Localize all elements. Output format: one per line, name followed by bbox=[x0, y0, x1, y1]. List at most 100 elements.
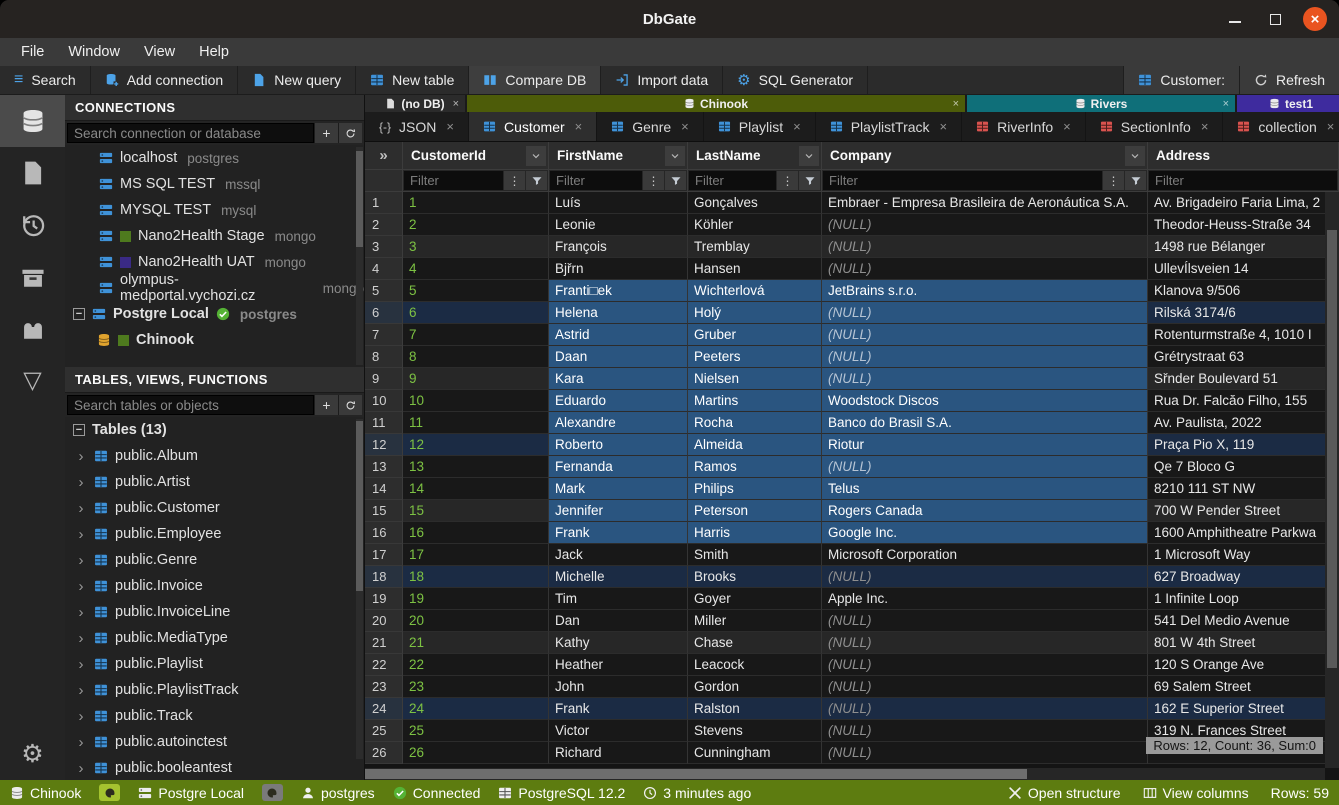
cell-firstname[interactable]: Dan bbox=[549, 610, 688, 632]
cell-company[interactable]: (NULL) bbox=[822, 456, 1148, 478]
funnel-icon[interactable] bbox=[665, 171, 686, 190]
table-tree-item[interactable]: ›public.Track bbox=[65, 703, 364, 729]
cell-customerid[interactable]: 23 bbox=[403, 676, 549, 698]
row-number[interactable]: 21 bbox=[365, 632, 403, 654]
import-data-button[interactable]: Import data bbox=[601, 66, 723, 94]
table-tree-item[interactable]: ›public.Artist bbox=[65, 469, 364, 495]
search-button[interactable]: ≡Search bbox=[0, 66, 91, 94]
compare-db-button[interactable]: Compare DB bbox=[469, 66, 601, 94]
column-header-lastname[interactable]: LastName bbox=[688, 142, 822, 170]
menu-file[interactable]: File bbox=[10, 42, 55, 62]
funnel-icon[interactable] bbox=[1125, 171, 1146, 190]
connection-item[interactable]: −Postgre Localpostgres bbox=[65, 301, 364, 327]
cell-company[interactable]: Apple Inc. bbox=[822, 588, 1148, 610]
cell-firstname[interactable]: Eduardo bbox=[549, 390, 688, 412]
cell-customerid[interactable]: 13 bbox=[403, 456, 549, 478]
row-number[interactable]: 14 bbox=[365, 478, 403, 500]
cell-firstname[interactable]: Astrid bbox=[549, 324, 688, 346]
row-number[interactable]: 22 bbox=[365, 654, 403, 676]
column-dropdown-button[interactable] bbox=[799, 146, 819, 166]
vertical-scrollbar[interactable] bbox=[1325, 192, 1339, 768]
minimize-button[interactable] bbox=[1223, 7, 1247, 31]
cell-firstname[interactable]: Mark bbox=[549, 478, 688, 500]
tables-group-row[interactable]: −Tables (13) bbox=[65, 417, 364, 443]
cell-company[interactable]: (NULL) bbox=[822, 214, 1148, 236]
cell-customerid[interactable]: 16 bbox=[403, 522, 549, 544]
cell-address[interactable]: 1498 rue Bélanger bbox=[1148, 236, 1339, 258]
filter-input[interactable] bbox=[1149, 171, 1337, 190]
connection-item[interactable]: localhostpostgres bbox=[65, 145, 364, 171]
cell-company[interactable]: (NULL) bbox=[822, 302, 1148, 324]
cell-company[interactable]: Embraer - Empresa Brasileira de Aeronáut… bbox=[822, 192, 1148, 214]
row-number[interactable]: 4 bbox=[365, 258, 403, 280]
table-tree-item[interactable]: ›public.autoinctest bbox=[65, 729, 364, 755]
close-icon[interactable]: × bbox=[953, 98, 959, 110]
horizontal-scrollbar[interactable] bbox=[365, 768, 1325, 780]
cell-address[interactable]: 801 W 4th Street bbox=[1148, 632, 1339, 654]
connection-item[interactable]: Nano2Health Stagemongo bbox=[65, 223, 364, 249]
cell-customerid[interactable]: 17 bbox=[403, 544, 549, 566]
column-dropdown-button[interactable] bbox=[526, 146, 546, 166]
cell-company[interactable]: Telus bbox=[822, 478, 1148, 500]
add-table-small-button[interactable]: + bbox=[314, 395, 338, 415]
cell-firstname[interactable]: François bbox=[549, 236, 688, 258]
cell-address[interactable]: Rotenturmstraße 4, 1010 I bbox=[1148, 324, 1339, 346]
cell-customerid[interactable]: 10 bbox=[403, 390, 549, 412]
cell-lastname[interactable]: Ralston bbox=[688, 698, 822, 720]
tab-group-noDB[interactable]: (no DB)× bbox=[365, 95, 465, 112]
cell-company[interactable]: (NULL) bbox=[822, 676, 1148, 698]
cell-firstname[interactable]: Frank bbox=[549, 698, 688, 720]
cell-lastname[interactable]: Brooks bbox=[688, 566, 822, 588]
cell-firstname[interactable]: Tim bbox=[549, 588, 688, 610]
tab-group-Chinook[interactable]: Chinook× bbox=[467, 95, 965, 112]
column-header-company[interactable]: Company bbox=[822, 142, 1148, 170]
table-tree-item[interactable]: ›public.PlaylistTrack bbox=[65, 677, 364, 703]
row-number[interactable]: 13 bbox=[365, 456, 403, 478]
table-tree-item[interactable]: ›public.Invoice bbox=[65, 573, 364, 599]
archive-rail-icon[interactable] bbox=[0, 251, 65, 303]
expand-chevron-icon[interactable]: › bbox=[75, 500, 87, 517]
cell-firstname[interactable]: Franti□ek bbox=[549, 280, 688, 302]
table-tree-item[interactable]: ›public.Genre bbox=[65, 547, 364, 573]
cell-lastname[interactable]: Miller bbox=[688, 610, 822, 632]
connection-item[interactable]: Chinook bbox=[65, 327, 364, 353]
connection-color-swatch[interactable] bbox=[262, 784, 283, 801]
cell-lastname[interactable]: Hansen bbox=[688, 258, 822, 280]
maximize-button[interactable] bbox=[1263, 7, 1287, 31]
row-number[interactable]: 10 bbox=[365, 390, 403, 412]
funnel-icon[interactable] bbox=[526, 171, 547, 190]
open-structure-button[interactable]: Open structure bbox=[1008, 785, 1121, 801]
column-header-customerid[interactable]: CustomerId bbox=[403, 142, 549, 170]
view-columns-button[interactable]: View columns bbox=[1143, 785, 1249, 801]
column-header-firstname[interactable]: FirstName bbox=[549, 142, 688, 170]
close-icon[interactable]: × bbox=[681, 119, 689, 134]
close-icon[interactable]: × bbox=[1223, 98, 1229, 110]
cell-lastname[interactable]: Smith bbox=[688, 544, 822, 566]
collapse-icon[interactable]: − bbox=[73, 424, 85, 436]
cell-customerid[interactable]: 26 bbox=[403, 742, 549, 764]
cell-lastname[interactable]: Gruber bbox=[688, 324, 822, 346]
row-number[interactable]: 16 bbox=[365, 522, 403, 544]
new-query-button[interactable]: New query bbox=[238, 66, 356, 94]
cell-address[interactable]: 700 W Pender Street bbox=[1148, 500, 1339, 522]
cell-firstname[interactable]: Bjřrn bbox=[549, 258, 688, 280]
row-number[interactable]: 5 bbox=[365, 280, 403, 302]
cell-lastname[interactable]: Almeida bbox=[688, 434, 822, 456]
close-icon[interactable]: × bbox=[1327, 119, 1335, 134]
cell-lastname[interactable]: Goyer bbox=[688, 588, 822, 610]
cell-lastname[interactable]: Ramos bbox=[688, 456, 822, 478]
cell-company[interactable]: (NULL) bbox=[822, 346, 1148, 368]
row-number[interactable]: 18 bbox=[365, 566, 403, 588]
cell-company[interactable]: Riotur bbox=[822, 434, 1148, 456]
row-number[interactable]: 25 bbox=[365, 720, 403, 742]
cell-customerid[interactable]: 2 bbox=[403, 214, 549, 236]
cell-company[interactable]: (NULL) bbox=[822, 720, 1148, 742]
filter-input[interactable] bbox=[689, 171, 776, 190]
database-color-swatch[interactable] bbox=[99, 784, 120, 801]
row-number[interactable]: 24 bbox=[365, 698, 403, 720]
cell-customerid[interactable]: 24 bbox=[403, 698, 549, 720]
filter-input[interactable] bbox=[550, 171, 642, 190]
expand-chevron-icon[interactable]: › bbox=[75, 630, 87, 647]
cell-firstname[interactable]: Roberto bbox=[549, 434, 688, 456]
sql-generator-button[interactable]: ⚙SQL Generator bbox=[723, 66, 868, 94]
